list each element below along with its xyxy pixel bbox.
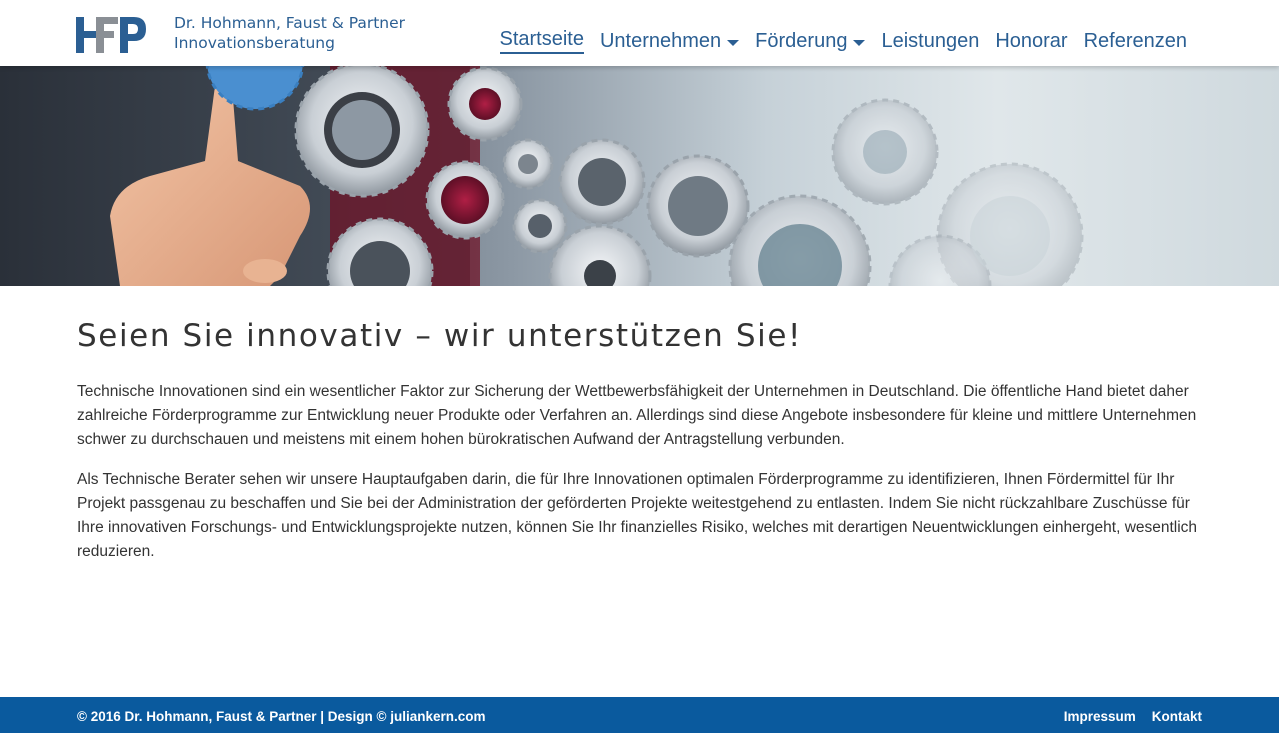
footer-link-impressum[interactable]: Impressum <box>1064 709 1136 724</box>
nav-label: Honorar <box>995 29 1068 52</box>
nav-label: Förderung <box>755 29 848 52</box>
logo-text: Dr. Hohmann, Faust & Partner Innovations… <box>174 13 405 53</box>
footer-links: Impressum Kontakt <box>1048 709 1202 724</box>
page-title: Seien Sie innovativ – wir unterstützen S… <box>77 318 803 354</box>
logo-tagline: Innovationsberatung <box>174 34 335 52</box>
main-nav: Startseite Unternehmen Förderung Leistun… <box>484 28 1187 54</box>
nav-startseite[interactable]: Startseite <box>499 28 584 54</box>
footer-copyright: © 2016 Dr. Hohmann, Faust & Partner | De… <box>77 709 486 724</box>
chevron-down-icon <box>853 39 866 46</box>
intro-paragraph: Technische Innovationen sind ein wesentl… <box>77 383 1197 448</box>
nav-honorar[interactable]: Honorar <box>995 30 1067 53</box>
footer-link-kontakt[interactable]: Kontakt <box>1152 709 1202 724</box>
nav-label: Referenzen <box>1083 29 1187 52</box>
nav-referenzen[interactable]: Referenzen <box>1084 30 1187 53</box>
nav-foerderung[interactable]: Förderung <box>755 29 866 53</box>
logo[interactable]: Dr. Hohmann, Faust & Partner Innovations… <box>76 13 405 55</box>
services-paragraph: Als Technische Berater sehen wir unsere … <box>77 471 1198 560</box>
chevron-down-icon <box>727 39 740 46</box>
site-footer: © 2016 Dr. Hohmann, Faust & Partner | De… <box>0 697 1279 733</box>
hand-gears-illustration <box>0 66 1084 286</box>
nav-leistungen[interactable]: Leistungen <box>881 30 979 53</box>
site-header: Dr. Hohmann, Faust & Partner Innovations… <box>0 0 1279 66</box>
main-content: Seien Sie innovativ – wir unterstützen S… <box>77 318 1202 580</box>
nav-unternehmen[interactable]: Unternehmen <box>599 29 740 53</box>
hero-banner <box>0 66 1279 286</box>
nav-label: Leistungen <box>881 29 980 52</box>
hfp-logo-mark <box>76 17 146 53</box>
nav-label: Startseite <box>499 28 584 54</box>
nav-label: Unternehmen <box>599 29 722 52</box>
logo-company-name: Dr. Hohmann, Faust & Partner <box>174 14 406 32</box>
